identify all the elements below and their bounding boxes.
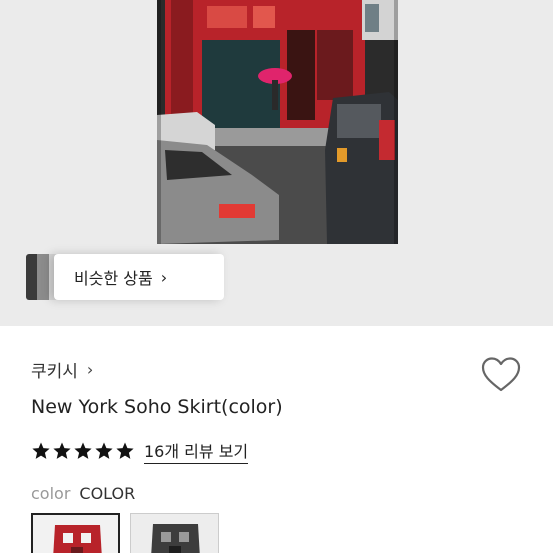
similar-products-label: 비슷한 상품 bbox=[74, 269, 153, 288]
product-photo bbox=[157, 0, 398, 244]
shop-link[interactable]: 쿠키시 › bbox=[31, 357, 93, 382]
star-icon bbox=[116, 442, 134, 459]
chevron-right-icon: › bbox=[86, 360, 94, 379]
review-link[interactable]: 16개 리뷰 보기 bbox=[144, 438, 249, 464]
star-icon bbox=[53, 442, 71, 459]
star-icon bbox=[95, 442, 113, 459]
swatch-black-white[interactable] bbox=[130, 513, 219, 553]
color-swatches bbox=[31, 513, 219, 553]
product-title: New York Soho Skirt(color) bbox=[31, 396, 283, 418]
similar-products-button[interactable]: 비슷한 상품 › bbox=[54, 254, 224, 300]
swatch-color[interactable] bbox=[31, 513, 120, 553]
option-value: COLOR bbox=[79, 484, 136, 503]
option-key: color bbox=[31, 484, 71, 503]
rating-stars bbox=[31, 441, 135, 461]
shop-name: 쿠키시 bbox=[31, 362, 78, 382]
star-icon bbox=[32, 442, 50, 459]
chevron-right-icon: › bbox=[160, 267, 168, 287]
rating-row: 16개 리뷰 보기 bbox=[31, 438, 249, 464]
similar-products[interactable]: 비슷한 상품 › bbox=[26, 254, 224, 300]
product-image-area[interactable]: 비슷한 상품 › bbox=[0, 0, 553, 326]
option-row: color COLOR bbox=[31, 484, 135, 503]
star-icon bbox=[74, 442, 92, 459]
heart-icon[interactable] bbox=[481, 356, 521, 394]
